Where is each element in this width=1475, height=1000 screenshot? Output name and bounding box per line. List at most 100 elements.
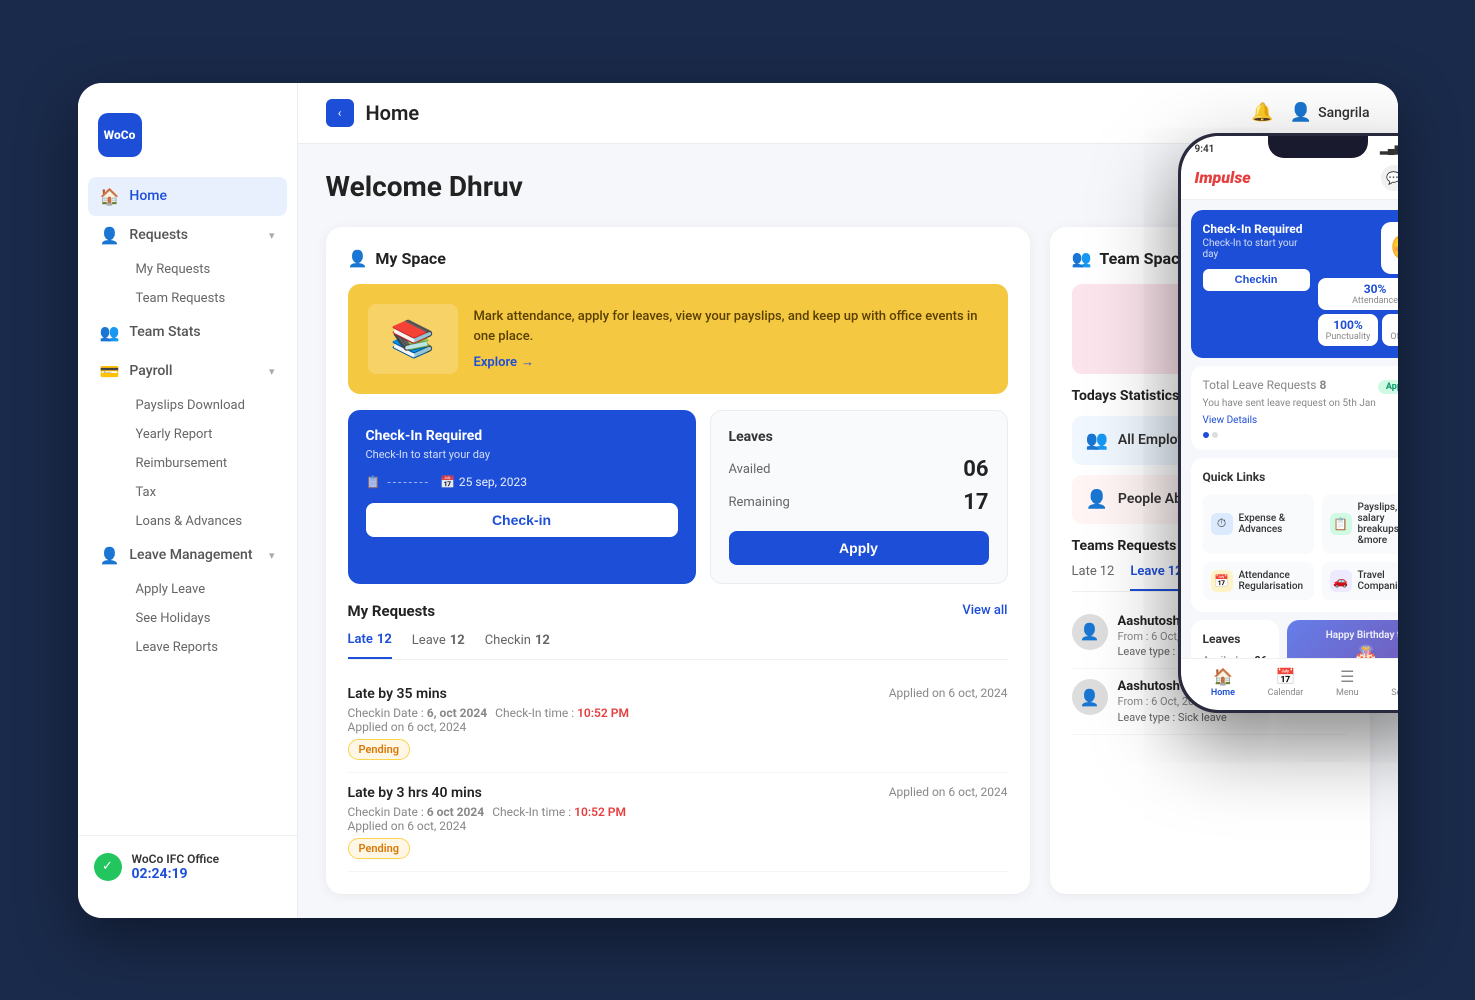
sidebar-item-reimbursement[interactable]: Reimbursement	[124, 449, 287, 478]
explore-link[interactable]: Explore →	[474, 354, 988, 370]
team-tab-leave[interactable]: Leave 12	[1130, 564, 1182, 591]
header-right: 🔔 👤 Sangrila	[1251, 102, 1369, 123]
team-avatar-1: 👤	[1072, 614, 1108, 650]
phone-checkin-button[interactable]: Checkin	[1203, 269, 1310, 291]
sidebar-item-leave-label: Leave Management	[129, 547, 252, 563]
back-button[interactable]: ‹	[326, 99, 354, 127]
my-space-icon: 👤	[348, 249, 368, 268]
sidebar-item-payslips[interactable]: Payslips Download	[124, 391, 287, 420]
ql-item-travel[interactable]: 🚗 Travel Companion	[1322, 562, 1398, 600]
status-badge-2: Pending	[348, 838, 411, 859]
leaves-card: Leaves Availed 06 Remaining 17 Apply	[710, 410, 1008, 584]
header-left: ‹ Home	[326, 99, 420, 127]
chevron-down-icon: ▾	[269, 229, 275, 242]
sidebar-item-team-stats[interactable]: 👥 Team Stats	[88, 313, 287, 352]
my-space-panel: 👤 My Space 📚 Mark attendance, apply for …	[326, 227, 1030, 894]
ql-item-payslips[interactable]: 📋 Payslips, salary breakups &more	[1322, 494, 1398, 554]
birthday-emoji: 🎂	[1297, 645, 1397, 658]
sidebar-item-payroll[interactable]: 💳 Payroll ▾	[88, 352, 287, 391]
welcome-title: Welcome Dhruv	[326, 170, 523, 203]
office-name: WoCo IFC Office	[132, 852, 281, 866]
phone-header-icons: 💬 👤	[1381, 165, 1398, 191]
team-tab-late[interactable]: Late 12	[1072, 564, 1115, 581]
req-tab-leave[interactable]: Leave 12	[412, 632, 465, 649]
office-time: 02:24:19	[132, 866, 281, 882]
req-tab-checkin[interactable]: Checkin 12	[485, 632, 550, 649]
sidebar: WoCo 🏠 Home 👤 Requests ▾ My Requests Tea…	[78, 83, 298, 918]
travel-icon: 🚗	[1330, 570, 1352, 592]
sidebar-item-loans[interactable]: Loans & Advances	[124, 507, 287, 536]
phone-header: Impulse 💬 👤	[1181, 159, 1398, 200]
user-icon: 👤	[1290, 102, 1312, 123]
apply-leave-button[interactable]: Apply	[729, 531, 989, 565]
checkin-button[interactable]: Check-in	[366, 503, 678, 537]
footer-tab-home[interactable]: 🏠 Home	[1211, 667, 1235, 698]
request-applied-1: Applied on 6 oct, 2024	[889, 686, 1008, 700]
sidebar-item-requests[interactable]: 👤 Requests ▾	[88, 216, 287, 255]
checkin-sub: Check-In to start your day	[366, 448, 678, 461]
ql-item-attendance[interactable]: 📅 Attendance Regularisation	[1203, 562, 1314, 600]
home-footer-icon: 🏠	[1213, 667, 1233, 686]
sidebar-item-yearly-report[interactable]: Yearly Report	[124, 420, 287, 449]
banner-desc: Mark attendance, apply for leaves, view …	[474, 307, 988, 346]
office-check-icon: ✓	[94, 853, 122, 881]
footer-tab-settings[interactable]: ⚙ Settings	[1391, 667, 1397, 698]
sidebar-item-tax[interactable]: Tax	[124, 478, 287, 507]
footer-tab-menu[interactable]: ☰ Menu	[1336, 667, 1359, 698]
phone-birthday-widget: Happy Birthday to 🎂 Shruti Ahlawat +2 mo…	[1287, 620, 1397, 658]
notification-icon[interactable]: 🔔	[1251, 102, 1273, 123]
quick-links-header: Quick Links View all	[1203, 470, 1398, 484]
checkin-label: Check-In Required	[366, 428, 678, 444]
phone-checkin-widget: Check-In Required Check-In to start your…	[1191, 210, 1398, 358]
phone-leaves-row: Leaves Availed 06 Remaining 17 Apply	[1191, 620, 1398, 658]
menu-footer-icon: ☰	[1340, 667, 1354, 686]
requests-sub-items: My Requests Team Requests	[88, 255, 287, 313]
chevron-down-icon-leave: ▾	[269, 549, 275, 562]
request-item-2: Applied on 6 oct, 2024 Late by 3 hrs 40 …	[348, 773, 1008, 872]
sidebar-item-home[interactable]: 🏠 Home	[88, 177, 287, 216]
sidebar-item-payroll-label: Payroll	[129, 363, 172, 379]
banner-text: Mark attendance, apply for leaves, view …	[474, 307, 988, 370]
phone-notch	[1268, 136, 1368, 158]
dot-indicators	[1203, 432, 1398, 438]
request-status-1: Pending	[348, 738, 1008, 760]
offsites-stat: 0 Off-sites	[1382, 314, 1397, 346]
sidebar-item-leave-reports[interactable]: Leave Reports	[124, 633, 287, 662]
quick-links-grid: ⏱ Expense & Advances 📋 Payslips, salary …	[1203, 494, 1398, 600]
checkin-card: Check-In Required Check-In to start your…	[348, 410, 696, 584]
attendance-stat: 30% Attendance	[1318, 278, 1398, 310]
absent-icon: 👤	[1086, 489, 1108, 510]
view-all-link[interactable]: View all	[962, 603, 1007, 618]
request-applied-on-2: Applied on 6 oct, 2024	[348, 819, 1008, 833]
phone-view-details[interactable]: View Details	[1203, 415, 1398, 426]
phone-leave-req-sub: You have sent leave request on 5th Jan	[1203, 398, 1398, 409]
my-space-title: 👤 My Space	[348, 249, 1008, 268]
sidebar-item-team-requests[interactable]: Team Requests	[124, 284, 287, 313]
expense-icon: ⏱	[1211, 513, 1233, 535]
dot-2	[1212, 432, 1218, 438]
sidebar-item-holidays[interactable]: See Holidays	[124, 604, 287, 633]
user-area[interactable]: 👤 Sangrila	[1290, 102, 1370, 123]
user-name: Sangrila	[1318, 105, 1369, 121]
req-tab-late[interactable]: Late 12	[348, 632, 392, 659]
request-meta-2: Checkin Date : 6 oct 2024 Check-In time …	[348, 805, 1008, 819]
phone-overlay: 9:41 ▂▄▆WiFi🔋 Impulse 💬 👤	[1178, 133, 1398, 713]
banner-card: 📚 Mark attendance, apply for leaves, vie…	[348, 284, 1008, 394]
team-space-icon: 👥	[1072, 249, 1092, 268]
phone-screen: 9:41 ▂▄▆WiFi🔋 Impulse 💬 👤	[1181, 136, 1398, 710]
app-logo: Impulse	[1195, 168, 1251, 187]
phone-leaves-left: Leaves Availed 06 Remaining 17 Apply	[1203, 632, 1268, 658]
sidebar-item-leave-management[interactable]: 👤 Leave Management ▾	[88, 536, 287, 575]
phone-checkin-title: Check-In Required	[1203, 222, 1310, 236]
ql-item-expense[interactable]: ⏱ Expense & Advances	[1203, 494, 1314, 554]
page-title: Home	[366, 101, 420, 125]
chat-icon[interactable]: 💬	[1381, 165, 1398, 191]
payslips-icon: 📋	[1330, 513, 1352, 535]
sidebar-item-apply-leave[interactable]: Apply Leave	[124, 575, 287, 604]
payroll-icon: 💳	[100, 362, 120, 381]
sidebar-item-my-requests[interactable]: My Requests	[124, 255, 287, 284]
checkin-date: 📅 25 sep, 2023	[440, 475, 527, 489]
logo-area: WoCo	[78, 103, 297, 177]
footer-tab-calendar[interactable]: 📅 Calendar	[1268, 667, 1304, 698]
requests-header: My Requests View all	[348, 602, 1008, 620]
